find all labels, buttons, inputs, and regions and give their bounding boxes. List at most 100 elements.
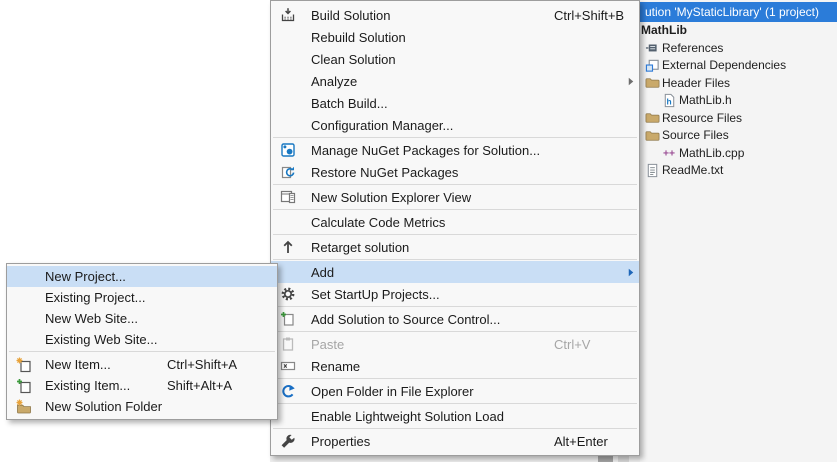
menu-item-label: New Solution Explorer View [311,190,471,205]
menu-item-label: New Item... [45,357,111,372]
tree-item-solution-node[interactable]: ution 'MyStaticLibrary' (1 project) [640,2,837,22]
new-item-icon [13,357,35,373]
menu-item-label: Enable Lightweight Solution Load [311,409,504,424]
tree-item-label: Header Files [662,76,730,90]
add-source-control-icon [275,311,301,327]
menu-item-analyze[interactable]: Analyze [271,70,639,92]
menu-item-label: Existing Item... [45,378,130,393]
menu-item-label: Build Solution [311,8,391,23]
svg-text:++: ++ [663,149,675,160]
menu-item-properties[interactable]: Properties Alt+Enter [271,430,639,452]
menu-item-existing-item[interactable]: Existing Item...Shift+Alt+A [7,375,277,396]
build-icon [275,7,301,23]
folder-icon [645,110,660,125]
menu-item-new-project[interactable]: New Project... [7,266,277,287]
tree-item-label: ReadMe.txt [662,163,723,177]
menu-item-configuration-manager[interactable]: Configuration Manager... [271,114,639,136]
menu-item-label: Properties [311,434,370,449]
tree-item-external-dependencies[interactable]: External Dependencies [640,57,837,75]
menu-item-label: Paste [311,337,344,352]
nuget-icon [275,142,301,158]
menu-item-label: Retarget solution [311,240,409,255]
menu-item-manage-nuget-packages-for-solution[interactable]: Manage NuGet Packages for Solution... [271,139,639,161]
tree-item-mathlib-cpp[interactable]: ++ MathLib.cpp [640,144,837,162]
menu-item-label: Set StartUp Projects... [311,287,440,302]
menu-item-label: Add Solution to Source Control... [311,312,500,327]
menu-item-existing-web-site[interactable]: Existing Web Site... [7,329,277,350]
menu-item-label: Add [311,265,334,280]
menu-item-shortcut: Ctrl+Shift+B [554,4,624,26]
tree-item-label: Resource Files [662,111,742,125]
vs-window: ution 'MyStaticLibrary' (1 project) MathL… [0,0,837,462]
tree-item-readme-txt[interactable]: ReadMe.txt [640,162,837,180]
menu-item-label: New Web Site... [45,311,138,326]
menu-item-build-solution[interactable]: Build Solution Ctrl+Shift+B [271,4,639,26]
menu-item-paste: Paste Ctrl+V [271,333,639,355]
menu-item-new-item[interactable]: New Item... Ctrl+Shift+A [7,354,277,375]
gear-icon [275,286,301,302]
submenu-arrow-icon [628,261,634,283]
header-file-icon: h [662,93,677,108]
menu-item-clean-solution[interactable]: Clean Solution [271,48,639,70]
rename-icon [275,358,301,374]
menu-item-existing-project[interactable]: Existing Project... [7,287,277,308]
menu-item-label: New Solution Folder [45,399,162,414]
menu-item-restore-nuget-packages[interactable]: Restore NuGet Packages [271,161,639,183]
menu-item-label: Existing Web Site... [45,332,157,347]
menu-item-label: Restore NuGet Packages [311,165,458,180]
menu-item-label: Calculate Code Metrics [311,215,445,230]
solution-explorer-panel: ution 'MyStaticLibrary' (1 project) MathL… [640,0,837,462]
menu-item-rename[interactable]: Rename [271,355,639,377]
menu-item-label: Clean Solution [311,52,396,67]
tree-item-label: ution 'MyStaticLibrary' (1 project) [645,5,819,19]
menu-item-label: Analyze [311,74,357,89]
tree-item-project-mathlib[interactable]: MathLib [640,22,837,40]
tree-item-references[interactable]: References [640,39,837,57]
menu-item-new-solution-folder[interactable]: New Solution Folder [7,396,277,417]
menu-item-shortcut: Alt+Enter [554,430,608,452]
tree-item-label: MathLib.cpp [679,146,744,160]
open-folder-icon [275,383,301,399]
submenu-arrow-icon [628,70,634,92]
menu-item-retarget-solution[interactable]: Retarget solution [271,236,639,258]
menu-item-add-solution-to-source-control[interactable]: Add Solution to Source Control... [271,308,639,330]
menu-item-shortcut: Ctrl+V [554,333,590,355]
menu-item-label: Manage NuGet Packages for Solution... [311,143,540,158]
solution-explorer-view-icon [275,189,301,205]
external-dependencies-icon [645,58,660,73]
menu-item-batch-build[interactable]: Batch Build... [271,92,639,114]
tree-item-source-files[interactable]: Source Files [640,127,837,145]
menu-item-label: New Project... [45,269,126,284]
menu-item-calculate-code-metrics[interactable]: Calculate Code Metrics [271,211,639,233]
folder-icon [645,75,660,90]
menu-item-open-folder-in-file-explorer[interactable]: Open Folder in File Explorer [271,380,639,402]
menu-item-add[interactable]: Add [271,261,639,283]
nuget-restore-icon [275,164,301,180]
menu-item-rebuild-solution[interactable]: Rebuild Solution [271,26,639,48]
tree-item-label: MathLib [641,23,687,37]
cpp-file-icon: ++ [662,145,677,160]
menu-item-label: Batch Build... [311,96,388,111]
tree-item-label: External Dependencies [662,58,786,72]
svg-text:h: h [667,96,672,106]
menu-item-new-web-site[interactable]: New Web Site... [7,308,277,329]
menu-item-set-startup-projects[interactable]: Set StartUp Projects... [271,283,639,305]
menu-item-shortcut: Ctrl+Shift+A [167,354,237,375]
tree-item-label: Source Files [662,128,729,142]
menu-item-new-solution-explorer-view[interactable]: New Solution Explorer View [271,186,639,208]
folder-icon [645,128,660,143]
add-submenu: New Project... Existing Project... New Web… [6,263,278,420]
menu-item-label: Open Folder in File Explorer [311,384,474,399]
tree-item-header-files[interactable]: Header Files [640,74,837,92]
text-file-icon [645,163,660,178]
new-solution-folder-icon [13,399,35,415]
solution-context-menu: Build Solution Ctrl+Shift+B Rebuild Soluti… [270,0,640,456]
menu-item-label: Existing Project... [45,290,145,305]
menu-item-label: Configuration Manager... [311,118,453,133]
references-icon [645,40,660,55]
tree-item-mathlib-h[interactable]: hMathLib.h [640,92,837,110]
menu-item-enable-lightweight-solution-load[interactable]: Enable Lightweight Solution Load [271,405,639,427]
tree-item-resource-files[interactable]: Resource Files [640,109,837,127]
menu-item-label: Rename [311,359,360,374]
menu-item-label: Rebuild Solution [311,30,406,45]
